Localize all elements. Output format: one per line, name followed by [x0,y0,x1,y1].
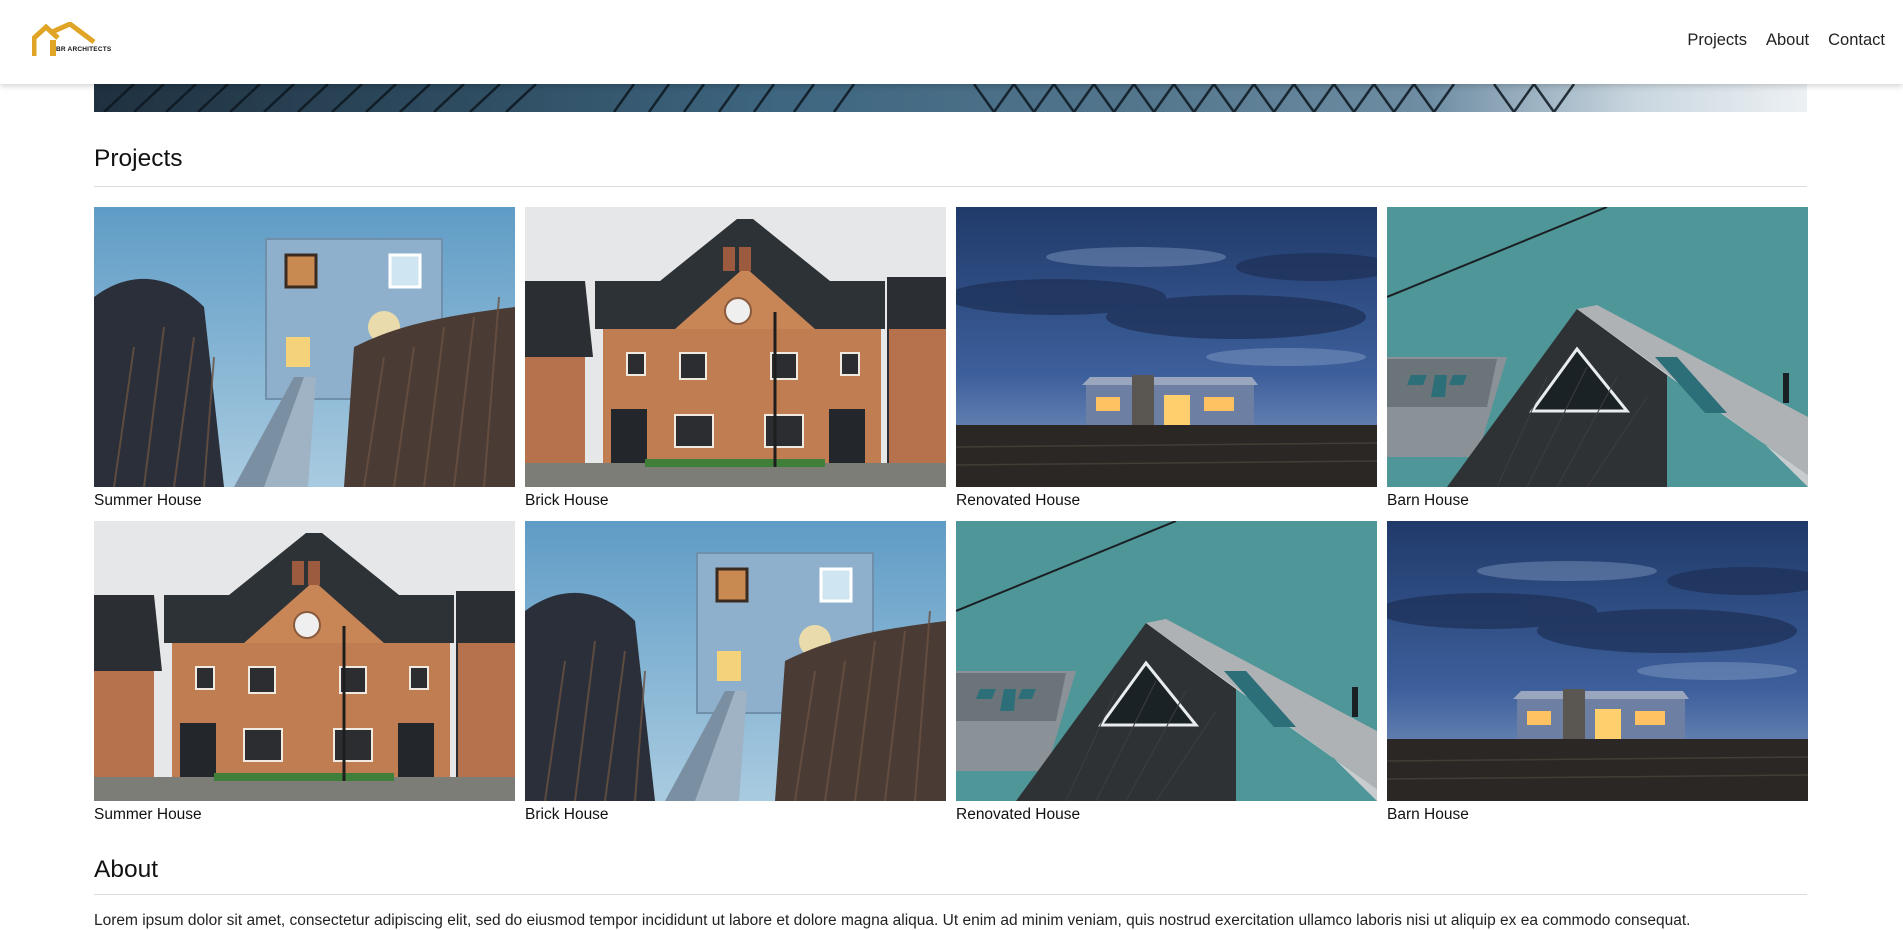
project-caption: Renovated House [956,492,1081,509]
projects-heading: Projects [94,145,183,172]
project-card[interactable]: Brick House [525,207,946,511]
project-card[interactable]: Renovated House [956,207,1377,511]
about-paragraph: Lorem ipsum dolor sit amet, consectetur … [94,912,1691,929]
about-divider [94,894,1807,895]
project-caption: Renovated House [956,806,1081,823]
hero-banner-image [94,84,1807,112]
nav-contact-link[interactable]: Contact [1828,31,1885,50]
summer-house-photo[interactable] [525,521,946,801]
renovated-house-photo[interactable] [1387,521,1808,801]
project-caption: Summer House [94,492,202,509]
project-caption: Brick House [525,806,609,823]
about-heading: About [94,856,159,883]
barn-house-photo[interactable] [1387,207,1808,487]
projects-grid: Summer House Brick House Renovated House… [94,207,1808,825]
summer-house-photo[interactable] [94,207,515,487]
project-caption: Barn House [1387,806,1469,823]
renovated-house-photo[interactable] [956,207,1377,487]
projects-divider [94,186,1807,187]
project-card[interactable]: Brick House [525,521,946,825]
project-card[interactable]: Barn House [1387,207,1808,511]
project-card[interactable]: Summer House [94,207,515,511]
barn-house-photo[interactable] [956,521,1377,801]
project-card[interactable]: Summer House [94,521,515,825]
project-card[interactable]: Renovated House [956,521,1377,825]
brick-house-photo[interactable] [525,207,946,487]
project-caption: Barn House [1387,492,1469,509]
project-card[interactable]: Barn House [1387,521,1808,825]
logo-text: BR ARCHITECTS [56,46,112,53]
project-caption: Brick House [525,492,609,509]
main-nav: Projects About Contact [1687,31,1885,50]
top-navbar: BR ARCHITECTS Projects About Contact [0,0,1903,84]
br-architects-logo[interactable]: BR ARCHITECTS [31,21,118,58]
project-caption: Summer House [94,806,202,823]
nav-about-link[interactable]: About [1766,31,1809,50]
brick-house-photo[interactable] [94,521,515,801]
nav-projects-link[interactable]: Projects [1687,31,1747,50]
